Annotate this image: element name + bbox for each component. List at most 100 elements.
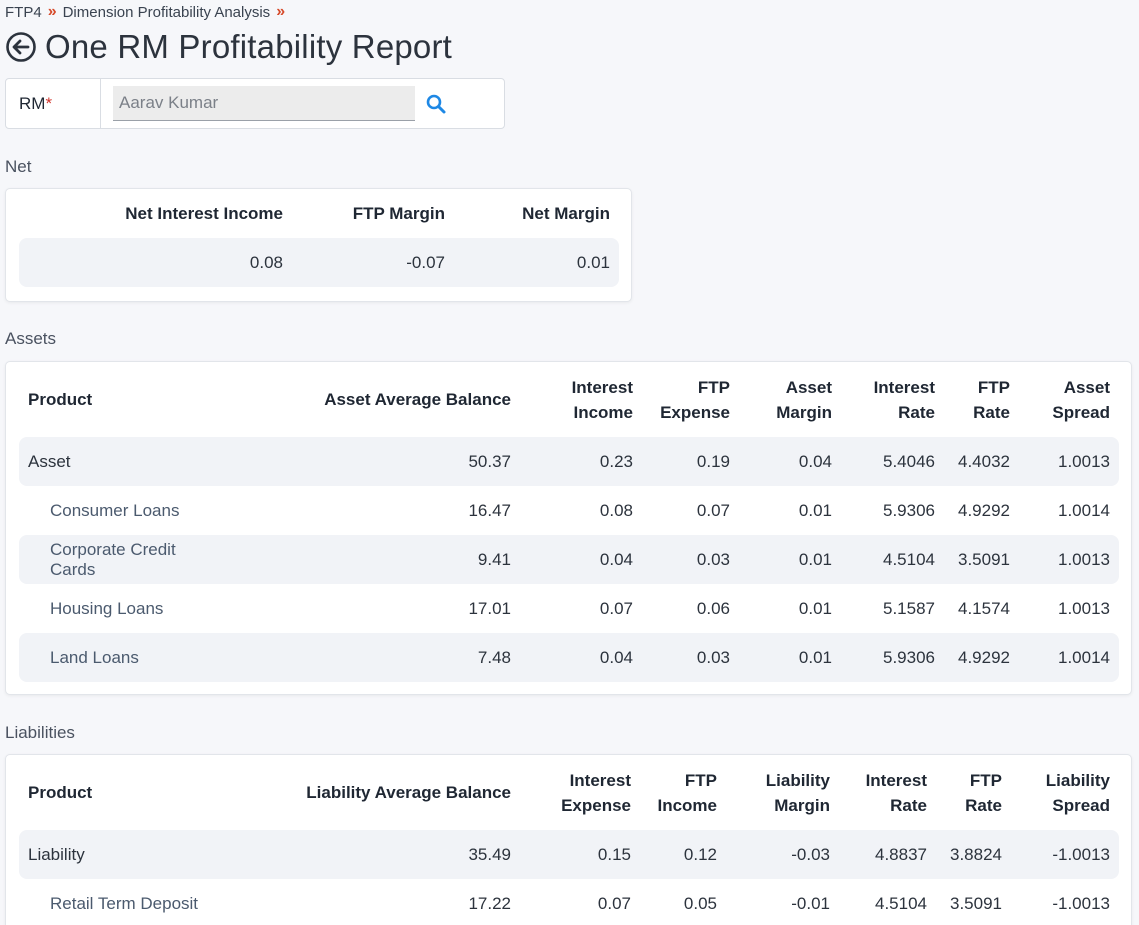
- product-name[interactable]: Corporate Credit Cards: [19, 535, 219, 584]
- ftp-expense: 0.19: [633, 437, 730, 486]
- interest-rate: 4.5104: [832, 535, 935, 584]
- ftp-rate: 4.4032: [935, 437, 1010, 486]
- net-nii-value: 0.08: [19, 238, 283, 287]
- net-header-net-margin: Net Margin: [522, 204, 610, 223]
- liabilities-header-interest-expense: Interest Expense: [561, 770, 631, 815]
- asset-margin: 0.01: [798, 598, 832, 618]
- breadcrumb-item-ftp4[interactable]: FTP4: [5, 4, 42, 21]
- required-marker: *: [45, 93, 53, 113]
- ftp-rate: 4.1574: [958, 598, 1010, 618]
- liabilities-section-label: Liabilities: [5, 723, 75, 742]
- asset-margin: 0.01: [730, 633, 832, 682]
- liability-margin: -0.03: [717, 830, 830, 879]
- breadcrumb-item-dimension-profitability[interactable]: Dimension Profitability Analysis: [63, 4, 271, 21]
- assets-header-product: Product: [28, 390, 93, 409]
- liabilities-table: Product Liability Average Balance Intere…: [19, 755, 1119, 925]
- ftp-expense: 0.03: [633, 535, 730, 584]
- liabilities-header-ftp-rate: FTP Rate: [965, 770, 1002, 815]
- asset-spread: 1.0013: [1010, 437, 1119, 486]
- product-name[interactable]: Retail Term Deposit: [19, 879, 219, 925]
- table-row: Housing Loans 17.01 0.07 0.06 0.01 5.158…: [19, 584, 1119, 633]
- ftp-rate: 4.9292: [935, 633, 1010, 682]
- liabilities-card: Product Liability Average Balance Intere…: [5, 754, 1132, 925]
- net-header-nii: Net Interest Income: [125, 204, 283, 223]
- product-name[interactable]: Consumer Loans: [19, 486, 219, 535]
- search-icon[interactable]: [425, 93, 447, 115]
- assets-header-ftp-expense: FTP Expense: [660, 377, 730, 422]
- table-row: Corporate Credit Cards 9.41 0.04 0.03 0.…: [19, 535, 1119, 584]
- net-card: Net Interest Income FTP Margin Net Margi…: [5, 188, 632, 302]
- table-row: Asset 50.37 0.23 0.19 0.04 5.4046 4.4032…: [19, 437, 1119, 486]
- interest-rate: 4.8837: [830, 830, 927, 879]
- avg-balance: 50.37: [219, 437, 511, 486]
- net-section-label: Net: [5, 157, 32, 176]
- product-name[interactable]: Housing Loans: [19, 584, 219, 633]
- interest-expense: 0.07: [597, 893, 631, 913]
- ftp-income: 0.12: [631, 830, 717, 879]
- net-ftp-margin-value: -0.07: [283, 238, 445, 287]
- back-arrow-icon[interactable]: [5, 31, 37, 63]
- avg-balance: 17.01: [468, 598, 511, 618]
- assets-header-interest-income: Interest Income: [571, 377, 633, 422]
- liabilities-header-product: Product: [28, 783, 93, 802]
- page-title: One RM Profitability Report: [45, 28, 453, 65]
- assets-section-label: Assets: [5, 329, 57, 348]
- assets-header-ftp-rate: FTP Rate: [973, 377, 1010, 422]
- ftp-income: 0.05: [683, 893, 717, 913]
- asset-margin: 0.04: [730, 437, 832, 486]
- product-name: Asset: [19, 437, 219, 486]
- ftp-rate: 3.8824: [927, 830, 1002, 879]
- breadcrumb: FTP4 » Dimension Profitability Analysis …: [5, 3, 291, 21]
- liability-margin: -0.01: [791, 893, 830, 913]
- assets-table: Product Asset Average Balance Interest In…: [19, 362, 1119, 682]
- rm-selector: RM *: [5, 78, 505, 129]
- assets-header-avg-balance: Asset Average Balance: [324, 390, 511, 409]
- rm-label-text: RM: [19, 93, 46, 113]
- assets-header-spread: Asset Spread: [1052, 377, 1110, 422]
- interest-rate: 4.5104: [875, 893, 927, 913]
- liabilities-header-margin: Liability Margin: [765, 770, 830, 815]
- liabilities-header-row: Product Liability Average Balance Intere…: [19, 755, 1119, 830]
- asset-margin: 0.01: [798, 500, 832, 520]
- interest-expense: 0.15: [511, 830, 631, 879]
- ftp-rate: 3.5091: [950, 893, 1002, 913]
- interest-income: 0.23: [511, 437, 633, 486]
- interest-income: 0.08: [599, 500, 633, 520]
- breadcrumb-separator-icon: »: [47, 3, 57, 20]
- interest-income: 0.04: [511, 633, 633, 682]
- table-row: Liability 35.49 0.15 0.12 -0.03 4.8837 3…: [19, 830, 1119, 879]
- avg-balance: 17.22: [468, 893, 511, 913]
- liability-spread: -1.0013: [1002, 830, 1119, 879]
- table-row: 0.08 -0.07 0.01: [19, 238, 619, 287]
- ftp-expense: 0.07: [696, 500, 730, 520]
- ftp-rate: 4.9292: [958, 500, 1010, 520]
- table-row: Land Loans 7.48 0.04 0.03 0.01 5.9306 4.…: [19, 633, 1119, 682]
- rm-input[interactable]: [113, 86, 415, 121]
- interest-rate: 5.9306: [883, 500, 935, 520]
- asset-spread: 1.0014: [1058, 500, 1110, 520]
- interest-rate: 5.1587: [883, 598, 935, 618]
- liabilities-header-interest-rate: Interest Rate: [865, 770, 927, 815]
- avg-balance: 7.48: [219, 633, 511, 682]
- net-table: Net Interest Income FTP Margin Net Margi…: [19, 189, 619, 287]
- interest-income: 0.07: [599, 598, 633, 618]
- avg-balance: 9.41: [219, 535, 511, 584]
- interest-income: 0.04: [511, 535, 633, 584]
- liabilities-header-spread: Liability Spread: [1045, 770, 1110, 815]
- assets-header-margin: Asset Margin: [776, 377, 832, 422]
- net-net-margin-value: 0.01: [445, 238, 619, 287]
- product-name[interactable]: Land Loans: [19, 633, 219, 682]
- liabilities-header-ftp-income: FTP Income: [657, 770, 717, 815]
- liability-spread: -1.0013: [1052, 893, 1110, 913]
- asset-margin: 0.01: [730, 535, 832, 584]
- asset-spread: 1.0014: [1010, 633, 1119, 682]
- ftp-expense: 0.06: [696, 598, 730, 618]
- table-row: Consumer Loans 16.47 0.08 0.07 0.01 5.93…: [19, 486, 1119, 535]
- avg-balance: 35.49: [219, 830, 511, 879]
- product-name: Liability: [19, 830, 219, 879]
- avg-balance: 16.47: [468, 500, 511, 520]
- page-header: One RM Profitability Report: [5, 28, 452, 66]
- rm-label: RM *: [6, 79, 101, 128]
- ftp-expense: 0.03: [633, 633, 730, 682]
- ftp-rate: 3.5091: [935, 535, 1010, 584]
